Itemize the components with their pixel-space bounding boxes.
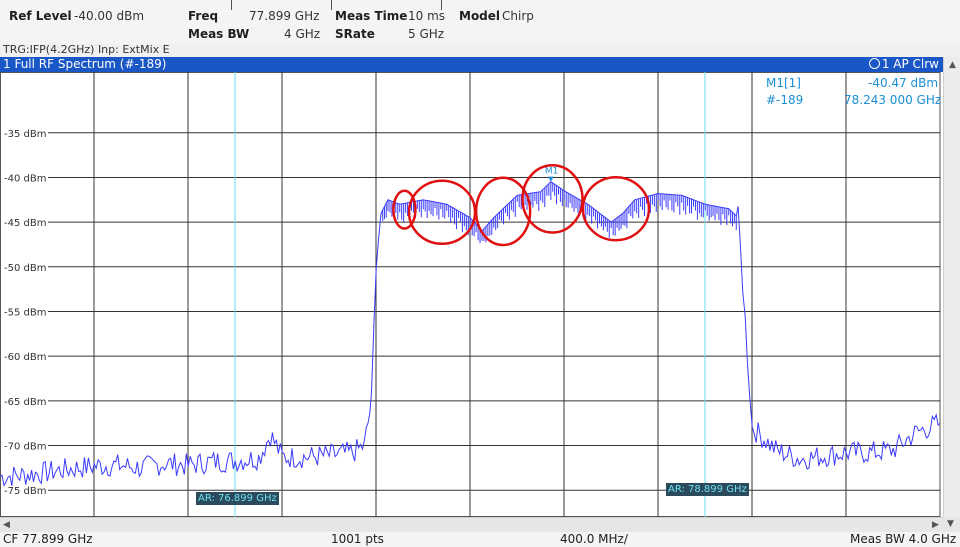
y-tick-label: -60 dBm [4, 352, 46, 363]
meas-bw-label: Meas BW [188, 27, 250, 41]
center-frequency[interactable]: CF 77.899 GHz [3, 532, 93, 547]
ar-left-label: AR: 76.899 GHz [196, 492, 279, 505]
spectrum-chart: -35 dBm -40 dBm -45 dBm -50 dBm -55 dBm -60 d… [0, 72, 941, 517]
scroll-left-icon[interactable]: ◀ [3, 520, 10, 530]
ref-level-label: Ref Level [9, 9, 72, 23]
ar-right-label: AR: 78.899 GHz [666, 483, 749, 496]
trace-info-text: 1 AP Clrw [881, 57, 939, 71]
model-label: Model [459, 9, 501, 23]
scroll-up-icon[interactable]: ▲ [949, 60, 956, 70]
vertical-scrollbar[interactable]: ▲ [943, 57, 960, 517]
window-title-bar[interactable]: 1 Full RF Spectrum (#-189) 1 AP Clrw [0, 57, 943, 72]
ref-level-value[interactable]: -40.00 dBm [74, 9, 144, 23]
srate-value[interactable]: 5 GHz [408, 27, 444, 41]
measurement-header: Ref Level -40.00 dBm Freq 77.899 GHz Mea… [0, 0, 960, 44]
y-tick-label: -65 dBm [4, 397, 46, 408]
srate-label: SRate [335, 27, 375, 41]
meas-time-label: Meas Time [335, 9, 408, 23]
marker-plot-label: M1 [545, 167, 559, 177]
scrollbar-corner: ▼ [943, 517, 960, 532]
y-tick-label: -70 dBm [4, 442, 46, 453]
y-tick-label: -45 dBm [4, 218, 46, 229]
sweep-points[interactable]: 1001 pts [331, 532, 384, 547]
model-value[interactable]: Chirp [502, 9, 534, 23]
y-tick-label: -35 dBm [4, 129, 46, 140]
header-divider [231, 0, 232, 10]
header-divider [331, 0, 332, 10]
meas-time-value[interactable]: 10 ms [408, 9, 445, 23]
marker-triangle-icon [547, 176, 554, 182]
trace-info[interactable]: 1 AP Clrw [868, 57, 939, 72]
y-tick-label: -75 dBm [4, 486, 46, 497]
y-tick-label: -55 dBm [4, 307, 46, 318]
marker-level: -40.47 dBm [868, 76, 939, 90]
meas-bw-value[interactable]: 4 GHz [284, 27, 320, 41]
freq-label: Freq [188, 9, 219, 23]
trace-status-icon [868, 58, 880, 69]
freq-value[interactable]: 77.899 GHz [249, 9, 319, 23]
scroll-right-icon[interactable]: ▶ [932, 520, 939, 530]
spectrum-plot-area[interactable]: -35 dBm -40 dBm -45 dBm -50 dBm -55 dBm -60 d… [0, 72, 943, 517]
y-tick-label: -40 dBm [4, 173, 46, 184]
scroll-down-icon[interactable]: ▼ [947, 519, 954, 529]
marker-frequency: 78.243 000 GHz [844, 93, 942, 107]
y-tick-label: -50 dBm [4, 263, 46, 274]
window-title: 1 Full RF Spectrum (#-189) [3, 57, 167, 71]
status-footer: CF 77.899 GHz 1001 pts 400.0 MHz/ Meas B… [0, 532, 960, 547]
meas-bandwidth[interactable]: Meas BW 4.0 GHz [850, 532, 956, 547]
marker-name: M1[1] [766, 76, 801, 90]
span-per-division[interactable]: 400.0 MHz/ [560, 532, 628, 547]
trigger-input-line: TRG:IFP(4.2GHz) Inp: ExtMix E [3, 43, 170, 56]
annotation-circle [407, 179, 477, 246]
marker-sweep: #-189 [766, 93, 804, 107]
horizontal-scrollbar[interactable]: ◀ ▶ [0, 517, 943, 533]
